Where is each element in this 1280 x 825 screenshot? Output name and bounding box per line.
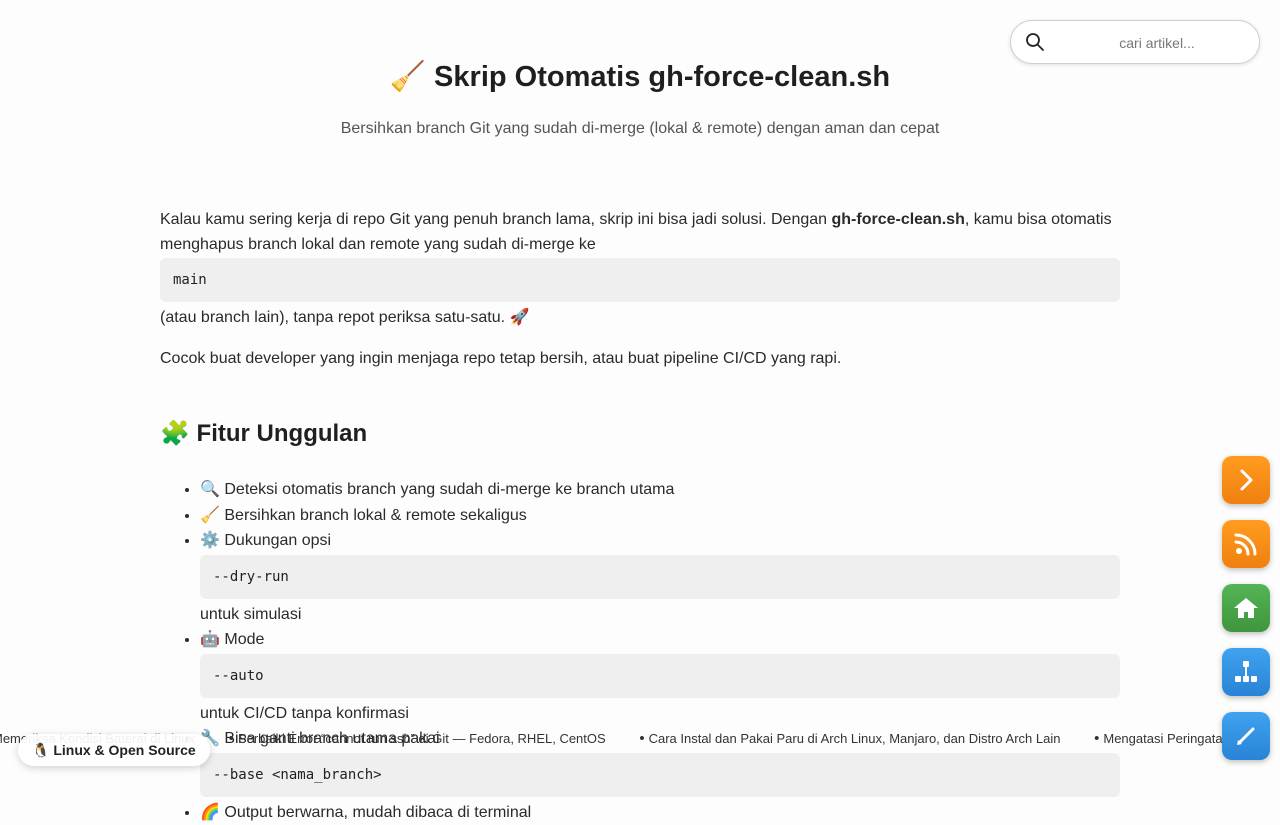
chevron-right-icon <box>1233 467 1259 493</box>
sitemap-icon <box>1233 659 1259 685</box>
page-subtitle: Bersihkan branch Git yang sudah di-merge… <box>0 120 1280 138</box>
rss-icon <box>1233 531 1259 557</box>
home-icon <box>1233 595 1259 621</box>
ticker-item[interactable]: •Mengatasi Peringatan <box>1094 728 1230 750</box>
script-name: gh-force-clean.sh <box>831 211 964 228</box>
bullet-icon: • <box>639 730 644 747</box>
search-input[interactable] <box>1059 29 1255 57</box>
edit-button[interactable] <box>1222 712 1270 760</box>
home-button[interactable] <box>1222 584 1270 632</box>
features-list: 🔍 Deteksi otomatis branch yang sudah di-… <box>160 477 1120 825</box>
feature-item: ⚙️ Dukungan opsi --dry-run untuk simulas… <box>200 528 1120 627</box>
code-block-dry-run: --dry-run <box>200 555 1120 599</box>
feature-item: 🔍 Deteksi otomatis branch yang sudah di-… <box>200 477 1120 503</box>
search-icon[interactable] <box>1025 32 1045 52</box>
code-block-main: main <box>160 258 1120 302</box>
code-block-auto: --auto <box>200 654 1120 698</box>
edit-icon <box>1233 723 1259 749</box>
bullet-icon: • <box>229 730 234 747</box>
rss-button[interactable] <box>1222 520 1270 568</box>
intro-tail: (atau branch lain), tanpa repot periksa … <box>160 305 1120 330</box>
next-button[interactable] <box>1222 456 1270 504</box>
code-block-base: --base <nama_branch> <box>200 753 1120 797</box>
sitemap-button[interactable] <box>1222 648 1270 696</box>
feature-item: 🤖 Mode --auto untuk CI/CD tanpa konfirma… <box>200 627 1120 726</box>
hero: 🧹 Skrip Otomatis gh-force-clean.sh Bersi… <box>0 56 1280 138</box>
page-title: 🧹 Skrip Otomatis gh-force-clean.sh <box>0 56 1280 98</box>
ticker-item[interactable]: •Perbaiki Error “cannot run ssh” di Git … <box>229 728 606 750</box>
intro-paragraph-2: Cocok buat developer yang ingin menjaga … <box>160 346 1120 371</box>
intro-paragraph: Kalau kamu sering kerja di repo Git yang… <box>160 207 1120 257</box>
ticker-item[interactable]: •Cara Instal dan Pakai Paru di Arch Linu… <box>639 728 1060 750</box>
feature-item: 🧹 Bersihkan branch lokal & remote sekali… <box>200 503 1120 529</box>
category-badge[interactable]: 🐧 Linux & Open Source <box>18 734 210 766</box>
bullet-icon: • <box>1094 730 1099 747</box>
features-heading: 🧩 Fitur Unggulan <box>160 418 1120 450</box>
feature-item: 🌈 Output berwarna, mudah dibaca di termi… <box>200 800 1120 825</box>
